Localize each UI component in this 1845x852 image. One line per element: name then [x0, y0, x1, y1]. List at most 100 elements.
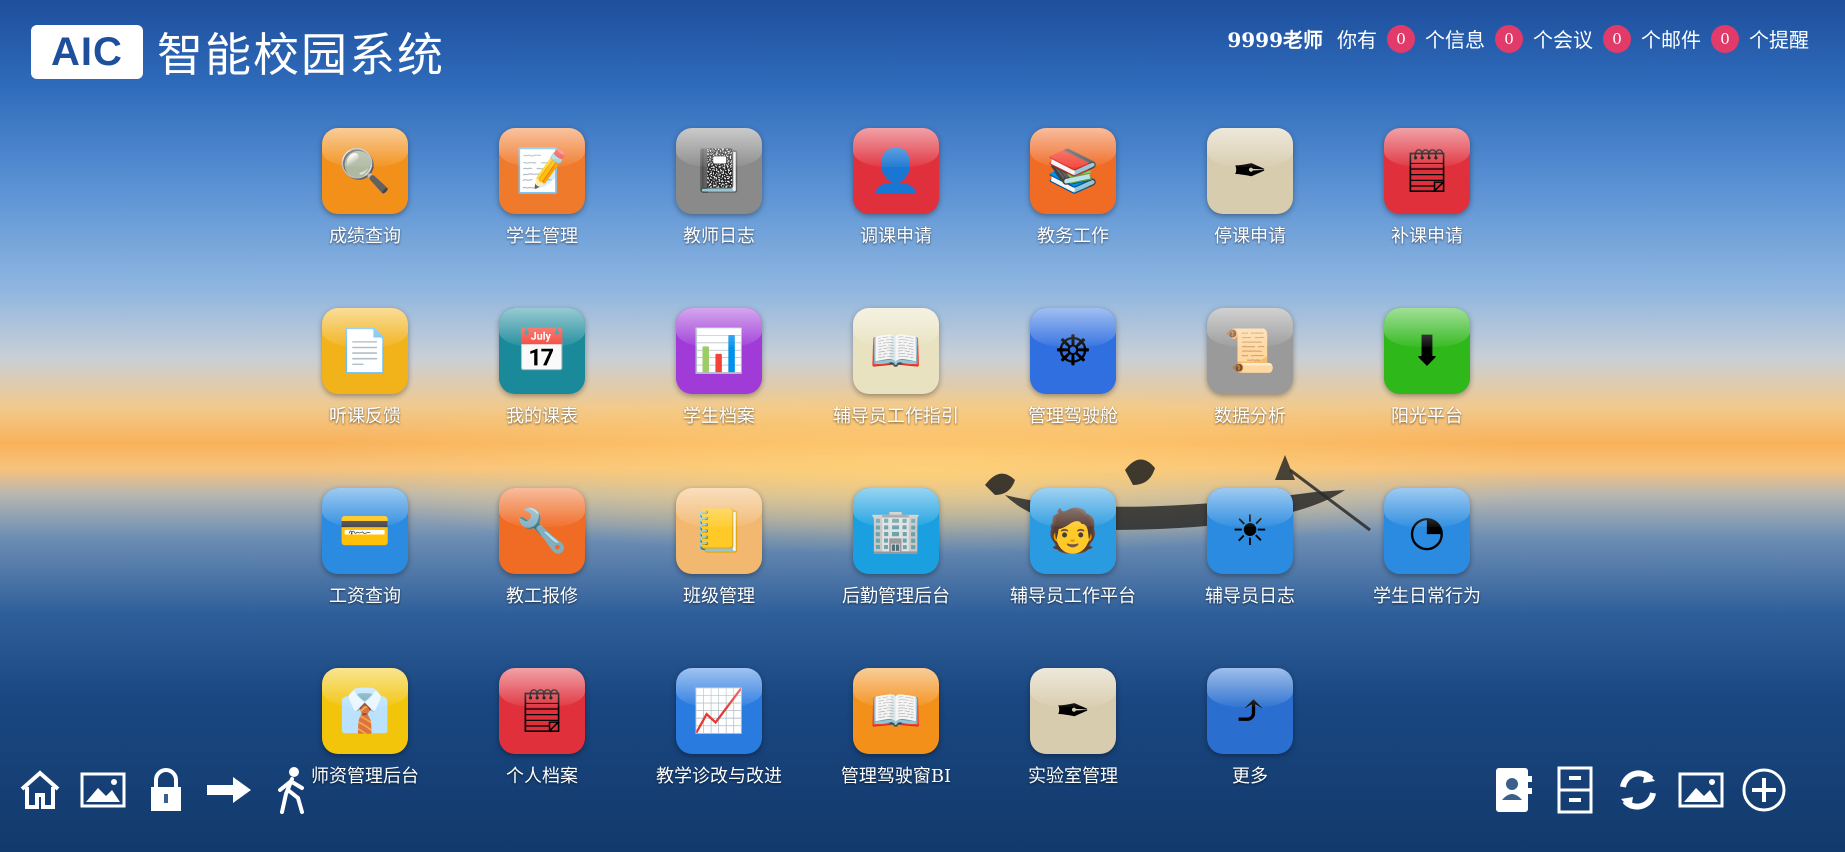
app-tile[interactable]: ⬇ 阳光平台: [1342, 308, 1502, 448]
teacher-icon: 🧑: [1046, 506, 1100, 555]
app-tile[interactable]: ⤴ 更多: [1165, 668, 1325, 808]
arrow-ribbon-icon: ⤴: [1232, 686, 1268, 735]
download-arrow-icon: ⬇: [1409, 326, 1445, 375]
image-icon[interactable]: [78, 765, 128, 815]
app-icon: ✒: [1030, 668, 1116, 754]
messages-badge[interactable]: 0: [1387, 24, 1415, 53]
app-tile[interactable]: ☸ 管理驾驶舱: [988, 308, 1148, 448]
app-icon: 📄: [322, 308, 408, 394]
app-tile[interactable]: ✒ 实验室管理: [988, 668, 1148, 808]
app-icon: ◔: [1384, 488, 1470, 574]
calendar-clock-icon: 📅: [515, 326, 569, 375]
app-tile[interactable]: 🏢 后勤管理后台: [811, 488, 971, 628]
arrow-right-icon[interactable]: [204, 765, 254, 815]
app-tile[interactable]: 📝 学生管理: [457, 128, 617, 268]
image-icon[interactable]: [1676, 765, 1726, 815]
messages-label[interactable]: 个信息: [1425, 24, 1485, 53]
app-tile[interactable]: 📒 班级管理: [634, 488, 794, 628]
app-icon: 📖: [853, 668, 939, 754]
mails-label[interactable]: 个邮件: [1641, 24, 1701, 53]
meetings-badge[interactable]: 0: [1495, 24, 1523, 53]
grade-paper-icon: 📝: [515, 146, 569, 195]
app-icon: 📈: [676, 668, 762, 754]
app-tile[interactable]: ☀ 辅导员日志: [1165, 488, 1325, 628]
app-icon: 💳: [322, 488, 408, 574]
app-icon: ✒: [1207, 128, 1293, 214]
dock-left: [15, 762, 330, 818]
pie-chart-icon: ◔: [1408, 506, 1446, 555]
app-icon: 👔: [322, 668, 408, 754]
app-tile[interactable]: 📜 数据分析: [1165, 308, 1325, 448]
mails-badge[interactable]: 0: [1603, 24, 1631, 53]
logo-box: AIC: [31, 25, 143, 79]
magnifier-icon: 🔍: [338, 146, 392, 195]
lock-icon[interactable]: [141, 765, 191, 815]
cabinet-icon[interactable]: [1550, 765, 1600, 815]
app-icon: 🗒: [499, 668, 585, 754]
app-tile[interactable]: 🔧 教工报修: [457, 488, 617, 628]
reminders-label[interactable]: 个提醒: [1749, 24, 1809, 53]
add-circle-icon[interactable]: [1739, 765, 1789, 815]
logo[interactable]: AIC 智能校园系统: [31, 19, 445, 85]
open-book-icon: 📖: [869, 686, 923, 735]
app-icon: 🔍: [322, 128, 408, 214]
refresh-icon[interactable]: [1613, 765, 1663, 815]
home-icon[interactable]: [15, 765, 65, 815]
app-tile[interactable]: 🗒 补课申请: [1342, 128, 1502, 268]
building-icon: 🏢: [869, 506, 923, 555]
app-tile[interactable]: 🗒 个人档案: [457, 668, 617, 808]
contacts-icon[interactable]: [1487, 765, 1537, 815]
user-info: 9999老师 你有 0 个信息 0 个会议 0 个邮件 0 个提醒: [1227, 24, 1809, 53]
sun-icon: ☀: [1231, 506, 1269, 555]
app-tile[interactable]: ✒ 停课申请: [1165, 128, 1325, 268]
app-label: 补课申请: [1391, 226, 1463, 247]
app-icon: 🏢: [853, 488, 939, 574]
app-tile[interactable]: 📚 教务工作: [988, 128, 1148, 268]
app-icon: ☸: [1030, 308, 1116, 394]
app-tile[interactable]: 📖 辅导员工作指引: [811, 308, 971, 448]
app-label: 更多: [1232, 766, 1268, 787]
app-label: 阳光平台: [1391, 406, 1463, 427]
organizer-icon: 📒: [692, 506, 746, 555]
app-tile[interactable]: 📈 教学诊改与改进: [634, 668, 794, 808]
app-tile[interactable]: 📅 我的课表: [457, 308, 617, 448]
app-icon: 📅: [499, 308, 585, 394]
app-tile[interactable]: ◔ 学生日常行为: [1342, 488, 1502, 628]
you-have-label: 你有: [1337, 28, 1377, 52]
app-icon: 🧑: [1030, 488, 1116, 574]
app-icon: 📜: [1207, 308, 1293, 394]
app-tile[interactable]: 💳 工资查询: [280, 488, 440, 628]
app-tile[interactable]: 🔍 成绩查询: [280, 128, 440, 268]
top-bar: AIC 智能校园系统 9999老师 你有 0 个信息 0 个会议 0 个邮件 0…: [0, 0, 1845, 90]
app-icon: ⤴: [1207, 668, 1293, 754]
notepad-pen-icon: 🗒: [1400, 146, 1454, 195]
app-icon: 📒: [676, 488, 762, 574]
meetings-label[interactable]: 个会议: [1533, 24, 1593, 53]
app-tile[interactable]: 👤 调课申请: [811, 128, 971, 268]
app-icon: 📚: [1030, 128, 1116, 214]
lecture-book-icon: 📖: [869, 326, 923, 375]
notebook-pen-icon: 📓: [692, 146, 746, 195]
scroll-icon: 📜: [1223, 326, 1277, 375]
app-tile[interactable]: 📓 教师日志: [634, 128, 794, 268]
logo-title: 智能校园系统: [157, 28, 445, 82]
dock-right: [1487, 762, 1802, 818]
app-icon: 📖: [853, 308, 939, 394]
tools-icon: 🔧: [515, 506, 569, 555]
app-tile[interactable]: 📖 管理驾驶窗BI: [811, 668, 971, 808]
app-icon: 📓: [676, 128, 762, 214]
app-label: 学生日常行为: [1373, 586, 1481, 607]
app-tile[interactable]: 📊 学生档案: [634, 308, 794, 448]
app-tile[interactable]: 🧑 辅导员工作平台: [988, 488, 1148, 628]
app-icon: ☀: [1207, 488, 1293, 574]
app-icon: ⬇: [1384, 308, 1470, 394]
walk-icon[interactable]: [267, 765, 317, 815]
ship-wheel-icon: ☸: [1054, 326, 1092, 375]
user-name[interactable]: 9999老师: [1227, 24, 1323, 53]
pen-paper-icon: ✒: [1232, 146, 1268, 195]
app-icon: 📊: [676, 308, 762, 394]
app-tile[interactable]: 📄 听课反馈: [280, 308, 440, 448]
card-coins-icon: 💳: [338, 506, 392, 555]
reminders-badge[interactable]: 0: [1711, 24, 1739, 53]
document-no-icon: 📄: [338, 326, 392, 375]
